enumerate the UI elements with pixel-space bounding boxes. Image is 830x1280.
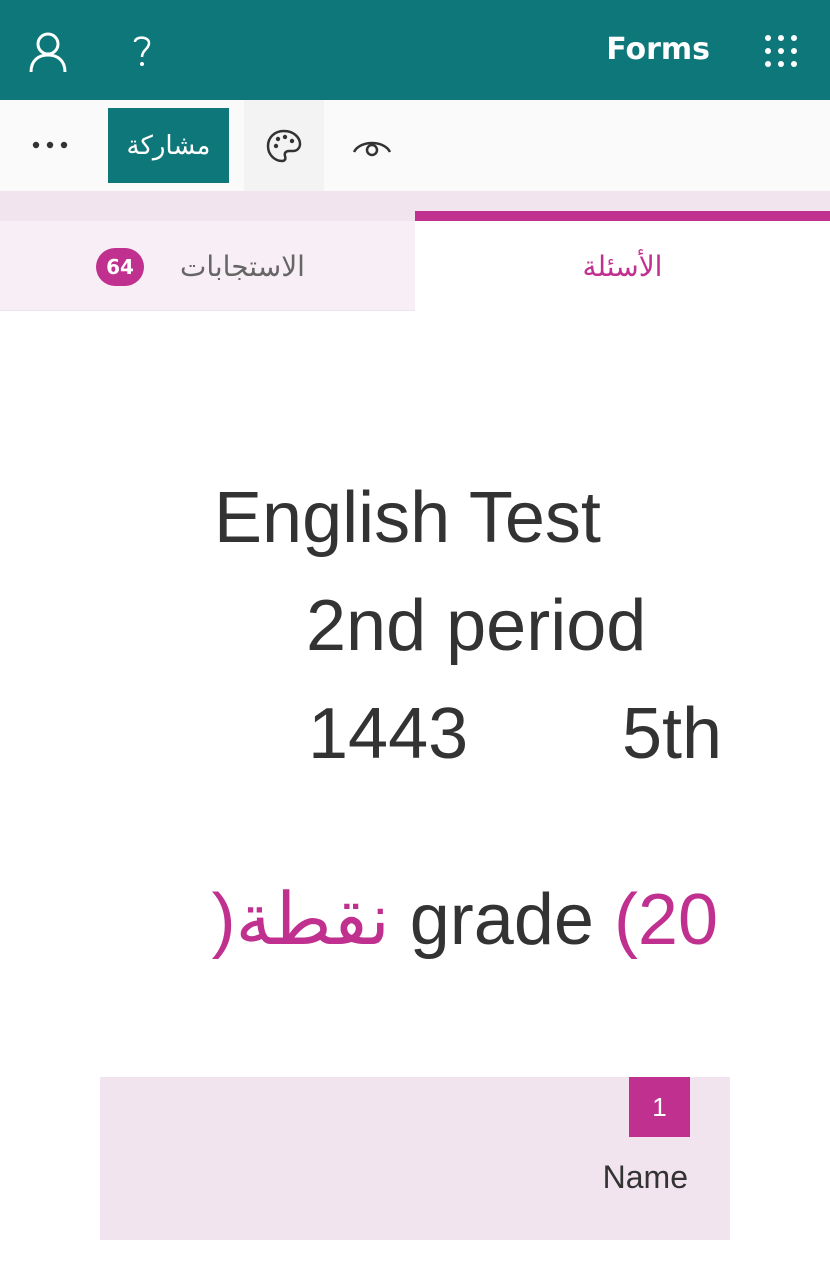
- app-header: Forms: [0, 0, 830, 100]
- tab-questions-label: الأسئلة: [582, 249, 663, 283]
- form-title-grade-word: grade: [409, 880, 594, 960]
- help-button[interactable]: [118, 28, 166, 76]
- more-options-button[interactable]: [22, 125, 78, 165]
- theme-button[interactable]: [244, 100, 324, 191]
- form-title-grade-number: 5th: [622, 694, 723, 774]
- form-title-points-word: نقطة: [235, 880, 390, 960]
- share-button[interactable]: مشاركة: [108, 108, 229, 183]
- form-title-points-close: ): [211, 880, 236, 960]
- toolbar: مشاركة: [0, 100, 830, 191]
- app-title: Forms: [606, 32, 710, 67]
- app-launcher-button[interactable]: [756, 26, 806, 76]
- form-title-line-4: )نقطة grade (20: [132, 800, 718, 1040]
- more-icon: [32, 141, 68, 149]
- form-title-year: 1443: [308, 694, 469, 774]
- profile-icon: [29, 32, 67, 73]
- preview-eye-icon: [352, 141, 392, 156]
- theme-palette-icon: [266, 129, 302, 162]
- form-title-points-value: (20: [613, 880, 718, 960]
- app-launcher-icon: [765, 35, 797, 67]
- tab-responses-label: الاستجابات: [180, 250, 305, 283]
- form-title-line-1: English Test: [214, 478, 601, 558]
- form-title-line-2: 2nd period: [306, 586, 647, 666]
- preview-button[interactable]: [332, 100, 412, 191]
- active-tab-indicator: [415, 211, 830, 221]
- question-card[interactable]: 1 Name: [100, 1077, 730, 1240]
- question-number-badge: 1: [629, 1077, 690, 1137]
- question-label: Name: [602, 1159, 688, 1195]
- help-icon: [133, 36, 151, 66]
- tab-questions[interactable]: الأسئلة: [415, 221, 830, 311]
- tab-responses[interactable]: 64 الاستجابات: [0, 221, 415, 311]
- responses-count-badge: 64: [96, 248, 144, 286]
- profile-button[interactable]: [24, 28, 72, 76]
